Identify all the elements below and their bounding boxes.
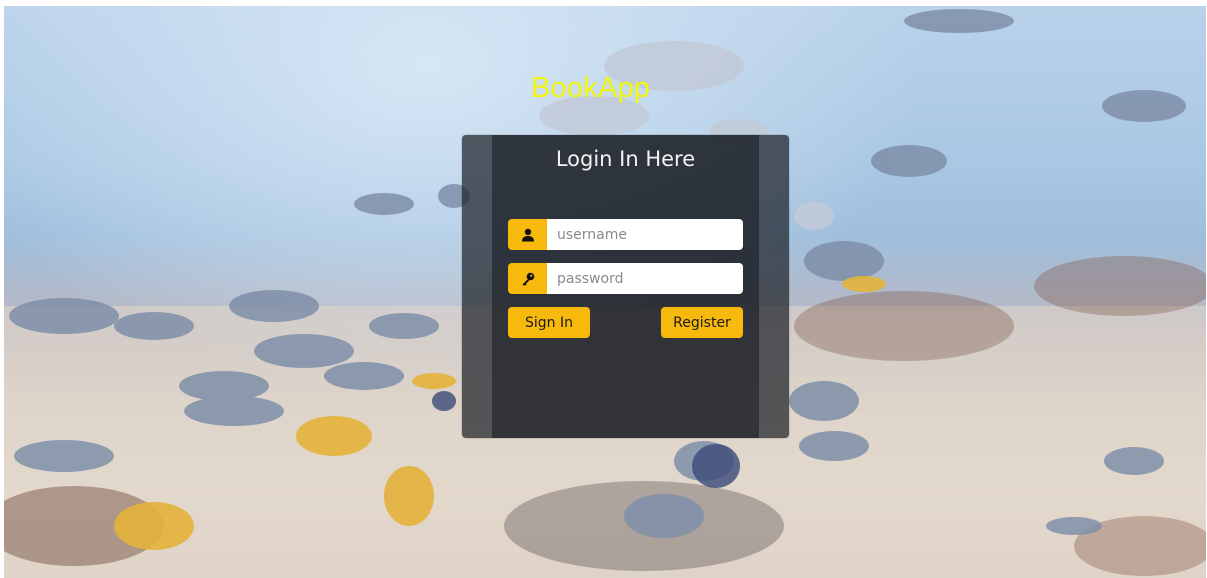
user-icon bbox=[508, 219, 547, 250]
password-field bbox=[508, 263, 743, 294]
sign-in-button[interactable]: Sign In bbox=[508, 307, 590, 338]
register-button[interactable]: Register bbox=[661, 307, 743, 338]
username-input[interactable] bbox=[547, 219, 743, 250]
username-field bbox=[508, 219, 743, 250]
login-panel: Login In Here Sign In Register bbox=[462, 135, 789, 438]
login-heading: Login In Here bbox=[555, 147, 696, 171]
password-input[interactable] bbox=[547, 263, 743, 294]
app-title: BookApp bbox=[531, 72, 651, 104]
key-icon bbox=[508, 263, 547, 294]
